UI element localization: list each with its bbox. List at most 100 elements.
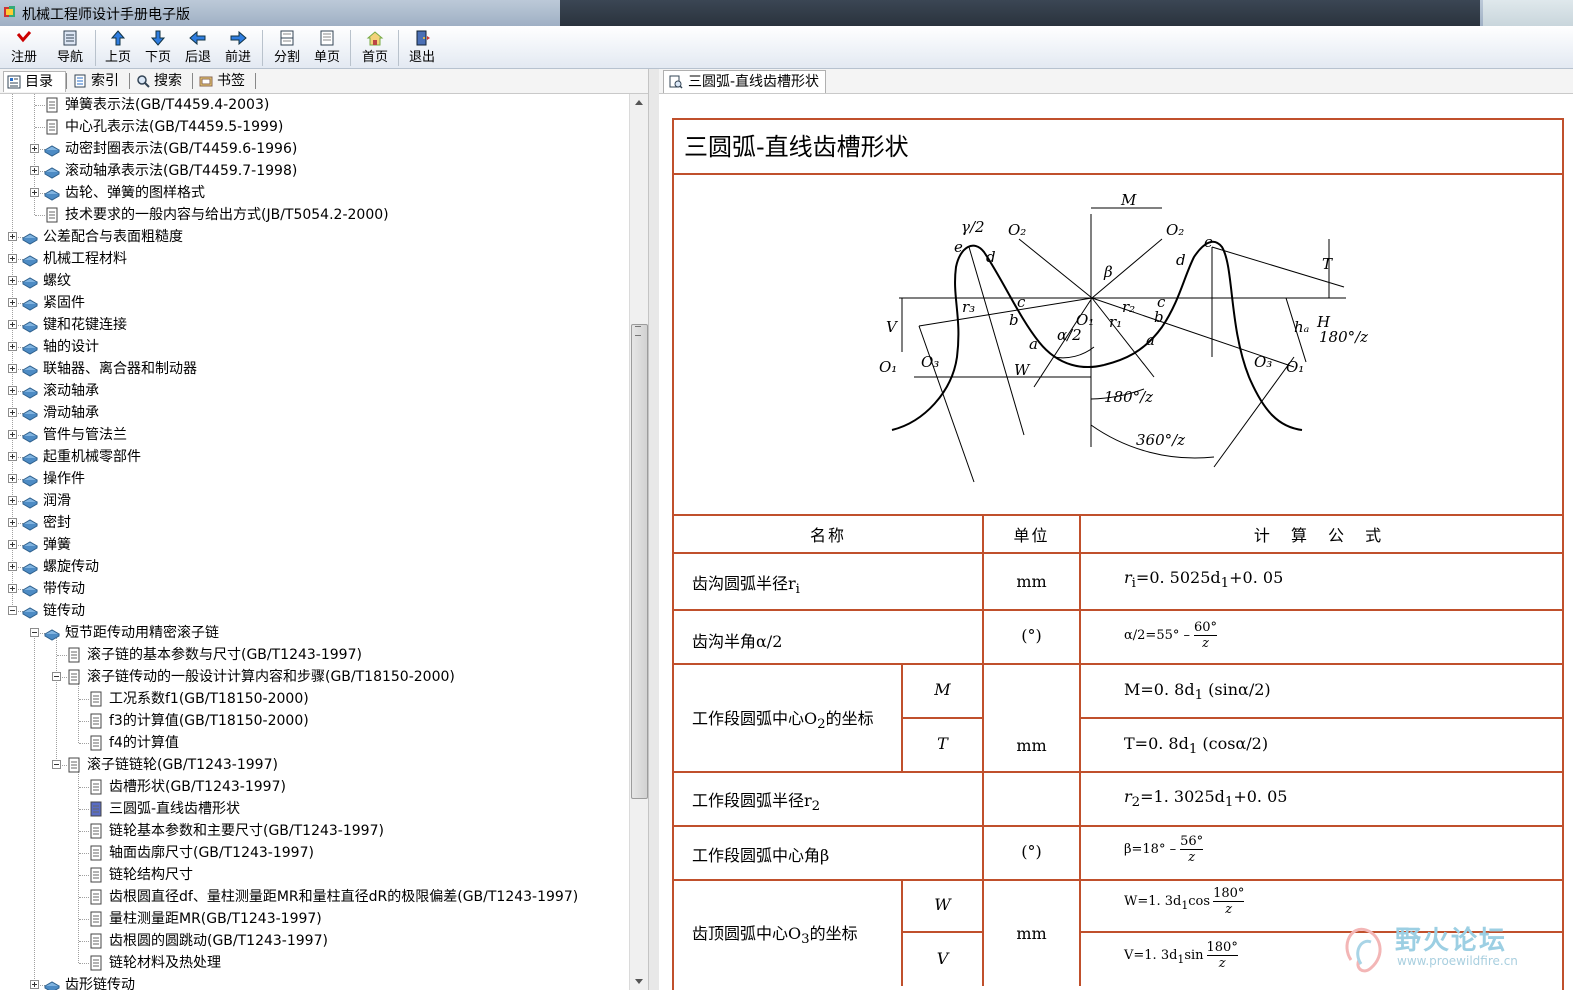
tree-folder-item[interactable]: 滑动轴承	[0, 402, 628, 424]
tree-folder-item[interactable]: 管件与管法兰	[0, 424, 628, 446]
tree-page-item[interactable]: 工况系数f1(GB/T18150-2000)	[0, 688, 628, 710]
expand-icon[interactable]	[30, 188, 39, 197]
tree-folder-item[interactable]: 键和花键连接	[0, 314, 628, 336]
diagram-label-r3: r₃	[962, 298, 975, 316]
tree-folder-item[interactable]: 滚动轴承	[0, 380, 628, 402]
tree-folder-item[interactable]: 带传动	[0, 578, 628, 600]
expand-icon[interactable]	[8, 276, 17, 285]
tree-folder-item[interactable]: 紧固件	[0, 292, 628, 314]
tree-page-item[interactable]: 齿根圆的圆跳动(GB/T1243-1997)	[0, 930, 628, 952]
tree-folder-item[interactable]: 润滑	[0, 490, 628, 512]
diagram-label-a2: a	[1146, 331, 1155, 349]
expand-icon[interactable]	[8, 496, 17, 505]
tree-folder-item[interactable]: 公差配合与表面粗糙度	[0, 226, 628, 248]
tree-page-item[interactable]: 滚子链的基本参数与尺寸(GB/T1243-1997)	[0, 644, 628, 666]
tab-index[interactable]: 索引	[70, 71, 119, 91]
book-icon	[22, 277, 38, 289]
diagram-label-V: V	[886, 318, 899, 336]
tree-folder-item[interactable]: 联轴器、离合器和制动器	[0, 358, 628, 380]
tree-page-item[interactable]: 技术要求的一般内容与给出方式(JB/T5054.2-2000)	[0, 204, 628, 226]
expand-icon[interactable]	[8, 430, 17, 439]
tree-page-item[interactable]: f3的计算值(GB/T18150-2000)	[0, 710, 628, 732]
tree-page-item[interactable]: 滚子链链轮(GB/T1243-1997)	[0, 754, 628, 776]
expand-icon[interactable]	[8, 232, 17, 241]
diagram-label-a1: a	[1029, 335, 1038, 353]
collapse-icon[interactable]	[8, 606, 17, 615]
expand-icon[interactable]	[30, 144, 39, 153]
collapse-icon[interactable]	[30, 628, 39, 637]
expand-icon[interactable]	[8, 562, 17, 571]
expand-icon[interactable]	[8, 254, 17, 263]
expand-icon[interactable]	[8, 518, 17, 527]
tree-page-item[interactable]: 链轮结构尺寸	[0, 864, 628, 886]
document-page: 三圆弧-直线齿槽形状 M γ/2 O₂ O₂ e e d d β T V r₃ …	[672, 118, 1564, 990]
tree-folder-item[interactable]: 齿形链传动	[0, 974, 628, 990]
expand-icon[interactable]	[8, 342, 17, 351]
back-button[interactable]: 后退	[178, 28, 218, 68]
page-down-button[interactable]: 下页	[138, 28, 178, 68]
tree-folder-item[interactable]: 齿轮、弹簧的图样格式	[0, 182, 628, 204]
expand-icon[interactable]	[8, 298, 17, 307]
tree-scrollbar[interactable]	[629, 94, 649, 990]
tree-folder-item[interactable]: 起重机械零部件	[0, 446, 628, 468]
tab-contents[interactable]: 目录	[3, 71, 66, 92]
tree-folder-item[interactable]: 螺旋传动	[0, 556, 628, 578]
tree-item-label: 中心孔表示法(GB/T4459.5-1999)	[65, 119, 284, 135]
tree-page-item[interactable]: f4的计算值	[0, 732, 628, 754]
tree-page-item[interactable]: 三圆弧-直线齿槽形状	[0, 798, 628, 820]
book-icon	[22, 607, 38, 619]
tree-folder-item[interactable]: 螺纹	[0, 270, 628, 292]
home-button[interactable]: 首页	[355, 28, 395, 68]
tab-search[interactable]: 搜索	[133, 71, 182, 91]
tree-page-item[interactable]: 量柱测量距MR(GB/T1243-1997)	[0, 908, 628, 930]
exit-button[interactable]: 退出	[402, 28, 442, 68]
expand-icon[interactable]	[8, 386, 17, 395]
book-icon	[22, 321, 38, 333]
collapse-icon[interactable]	[52, 760, 61, 769]
diagram-label-M: M	[1120, 191, 1137, 209]
navigate-button[interactable]: 导航	[50, 28, 90, 68]
tree-page-item[interactable]: 中心孔表示法(GB/T4459.5-1999)	[0, 116, 628, 138]
tree-page-item[interactable]: 弹簧表示法(GB/T4459.4-2003)	[0, 94, 628, 116]
scroll-up-icon[interactable]	[635, 100, 643, 105]
scrollbar-thumb[interactable]	[631, 324, 648, 799]
tree-page-item[interactable]: 齿根圆直径df、量柱测量距MR和量柱直径dR的极限偏差(GB/T1243-199…	[0, 886, 628, 908]
tree-folder-item[interactable]: 密封	[0, 512, 628, 534]
forward-button[interactable]: 前进	[218, 28, 258, 68]
tree-folder-item[interactable]: 短节距传动用精密滚子链	[0, 622, 628, 644]
scroll-down-icon[interactable]	[635, 979, 643, 984]
expand-icon[interactable]	[30, 166, 39, 175]
page-up-button[interactable]: 上页	[98, 28, 138, 68]
tree-item-label: 管件与管法兰	[43, 427, 127, 443]
expand-icon[interactable]	[30, 980, 39, 989]
tree-folder-item[interactable]: 链传动	[0, 600, 628, 622]
expand-icon[interactable]	[8, 364, 17, 373]
expand-icon[interactable]	[8, 540, 17, 549]
tree-folder-item[interactable]: 滚动轴承表示法(GB/T4459.7-1998)	[0, 160, 628, 182]
tree-page-item[interactable]: 轴面齿廓尺寸(GB/T1243-1997)	[0, 842, 628, 864]
single-page-button[interactable]: 单页	[307, 28, 347, 68]
register-button[interactable]: 注册	[4, 28, 44, 68]
tree-folder-item[interactable]: 弹簧	[0, 534, 628, 556]
expand-icon[interactable]	[8, 320, 17, 329]
tree-item-label: 齿轮、弹簧的图样格式	[65, 185, 205, 201]
tree-page-item[interactable]: 齿槽形状(GB/T1243-1997)	[0, 776, 628, 798]
expand-icon[interactable]	[8, 584, 17, 593]
expand-icon[interactable]	[8, 408, 17, 417]
expand-icon[interactable]	[8, 474, 17, 483]
tab-bookmarks[interactable]: 书签	[196, 71, 245, 91]
split-button[interactable]: 分割	[267, 28, 307, 68]
tree-folder-item[interactable]: 机械工程材料	[0, 248, 628, 270]
tree-item-label: 技术要求的一般内容与给出方式(JB/T5054.2-2000)	[65, 207, 389, 223]
tab-current-document[interactable]: 三圆弧-直线齿槽形状	[663, 70, 827, 93]
tree-folder-item[interactable]: 操作件	[0, 468, 628, 490]
tree-page-item[interactable]: 链轮基本参数和主要尺寸(GB/T1243-1997)	[0, 820, 628, 842]
collapse-icon[interactable]	[52, 672, 61, 681]
table-row-border	[674, 663, 1562, 665]
tree-folder-item[interactable]: 动密封圈表示法(GB/T4459.6-1996)	[0, 138, 628, 160]
tree-folder-item[interactable]: 轴的设计	[0, 336, 628, 358]
row6-v-label: V	[936, 949, 949, 968]
tree-page-item[interactable]: 链轮材料及热处理	[0, 952, 628, 974]
expand-icon[interactable]	[8, 452, 17, 461]
tree-page-item[interactable]: 滚子链传动的一般设计计算内容和步骤(GB/T18150-2000)	[0, 666, 628, 688]
